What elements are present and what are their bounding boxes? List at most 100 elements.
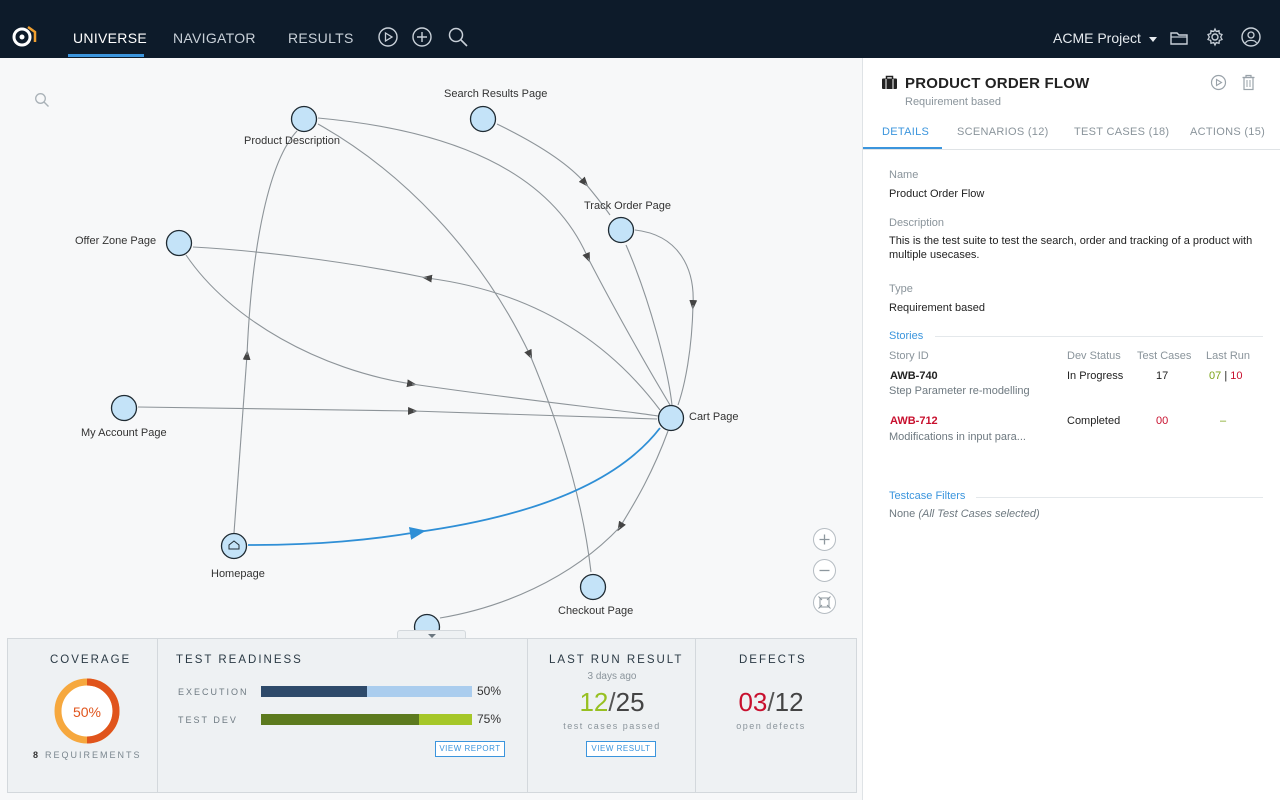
coverage-section: COVERAGE 50% 8 REQUIREMENTS: [8, 639, 158, 792]
description-value: This is the test suite to test the searc…: [889, 235, 1253, 261]
last-run-fail: 10: [1230, 370, 1243, 382]
tab-actions[interactable]: ACTIONS (15): [1190, 126, 1265, 138]
zoom-out-button[interactable]: [813, 559, 836, 582]
project-selector[interactable]: ACME Project: [1053, 30, 1157, 46]
test-dev-label: TEST DEV: [178, 715, 238, 725]
zoom-in-button[interactable]: [813, 528, 836, 551]
story-id[interactable]: AWB-740: [890, 370, 938, 382]
edge-account-cart: [137, 406, 418, 415]
tab-details[interactable]: DETAILS: [882, 126, 929, 138]
active-tab-indicator: [68, 54, 144, 57]
open-defects-count: 03: [738, 687, 768, 717]
stories-divider: [935, 336, 1263, 337]
node-my-account: [110, 394, 138, 422]
gear-icon[interactable]: [1204, 26, 1226, 48]
play-icon[interactable]: [377, 26, 399, 48]
node-product-description: [290, 105, 318, 133]
nav-tab-results[interactable]: RESULTS: [288, 30, 354, 46]
top-bar: UNIVERSE NAVIGATOR RESULTS ACME Project: [0, 0, 1280, 58]
passed-count: 12: [579, 687, 609, 717]
briefcase-icon: [882, 75, 897, 89]
testcase-filters-heading: Testcase Filters: [889, 490, 966, 502]
expand-icon: [818, 596, 831, 609]
node-checkout: [579, 573, 607, 601]
defects-title: DEFECTS: [739, 654, 807, 666]
label-product-description: Product Description: [244, 135, 340, 147]
label-checkout: Checkout Page: [558, 605, 634, 617]
chevron-down-icon: [1148, 36, 1157, 42]
label-my-account: My Account Page: [81, 427, 167, 439]
last-run-separator: |: [1224, 370, 1228, 382]
test-readiness-section: TEST READINESS EXECUTION 50% TEST DEV 75…: [158, 639, 528, 792]
defects-section: DEFECTS 03/12 open defects: [696, 639, 856, 792]
node-search-results: [469, 105, 497, 133]
last-run-time: 3 days ago: [587, 671, 637, 682]
panel-title: PRODUCT ORDER FLOW: [905, 75, 1090, 92]
test-dev-percent: 75%: [477, 712, 502, 726]
description-label: Description: [889, 217, 945, 229]
node-offer-zone: [165, 229, 193, 257]
requirements-count: 8: [33, 750, 39, 760]
score-separator: /: [608, 687, 616, 717]
user-avatar-icon[interactable]: [1240, 26, 1262, 48]
name-label: Name: [889, 169, 919, 181]
last-run-title: LAST RUN RESULT: [549, 654, 684, 666]
add-icon[interactable]: [411, 26, 433, 48]
fit-to-screen-button[interactable]: [813, 591, 836, 614]
last-run-section: LAST RUN RESULT 3 days ago 12/25 test ca…: [528, 639, 696, 792]
story-id[interactable]: AWB-712: [890, 415, 938, 427]
panel-subtitle: Requirement based: [905, 96, 1002, 108]
folder-icon[interactable]: [1168, 26, 1190, 48]
col-test-cases: Test Cases: [1137, 350, 1192, 362]
story-test-cases: 17: [1156, 370, 1169, 382]
tab-test-cases[interactable]: TEST CASES (18): [1074, 126, 1169, 138]
edge-track-cart-b: [625, 244, 673, 406]
edge-search-track: [496, 123, 589, 187]
details-panel: PRODUCT ORDER FLOW Requirement based DET…: [862, 58, 1280, 800]
coverage-title: COVERAGE: [50, 654, 132, 666]
type-value: Requirement based: [889, 302, 986, 314]
story-test-cases: 00: [1156, 415, 1169, 427]
app-logo-icon[interactable]: [10, 24, 38, 48]
label-track-order: Track Order Page: [584, 200, 672, 212]
node-cart: [657, 404, 685, 432]
filters-value-prefix: None: [889, 508, 916, 520]
tab-scenarios[interactable]: SCENARIOS (12): [957, 126, 1049, 138]
nav-tab-universe[interactable]: UNIVERSE: [73, 30, 147, 46]
filters-value: None (All Test Cases selected): [889, 508, 1040, 520]
col-story-id: Story ID: [889, 350, 929, 362]
defects-caption: open defects: [736, 721, 806, 731]
label-cart: Cart Page: [689, 411, 739, 423]
defects-score: 03/12: [696, 687, 846, 718]
view-report-button[interactable]: VIEW REPORT: [435, 741, 505, 757]
edge-track-cart-a2: [677, 304, 694, 406]
defects-separator: /: [767, 687, 775, 717]
filters-value-note: (All Test Cases selected): [918, 508, 1040, 520]
project-name: ACME Project: [1053, 30, 1141, 46]
passed-caption: test cases passed: [563, 721, 661, 731]
trash-icon[interactable]: [1241, 74, 1256, 91]
run-play-icon[interactable]: [1210, 74, 1227, 91]
last-run-score: 12/25: [528, 687, 696, 718]
test-readiness-title: TEST READINESS: [176, 654, 303, 666]
minus-icon: [819, 569, 830, 572]
edge-offer-cart: [185, 254, 417, 388]
label-offer-zone: Offer Zone Page: [75, 235, 157, 247]
story-desc: Modifications in input para...: [889, 431, 1026, 443]
story-status: Completed: [1067, 415, 1121, 427]
story-desc: Step Parameter re-modelling: [889, 385, 1030, 397]
col-last-run: Last Run: [1206, 350, 1251, 362]
edge-home-product-b: [246, 130, 298, 356]
execution-label: EXECUTION: [178, 687, 249, 697]
node-homepage: [220, 532, 248, 560]
view-result-button[interactable]: VIEW RESULT: [586, 741, 656, 757]
nav-tab-navigator[interactable]: NAVIGATOR: [173, 30, 256, 46]
summary-dashboard: COVERAGE 50% 8 REQUIREMENTS TEST READINE…: [7, 638, 857, 793]
edge-offer-cart-b: [411, 383, 659, 417]
execution-percent: 50%: [477, 684, 502, 698]
label-homepage: Homepage: [211, 568, 265, 580]
search-icon[interactable]: [447, 26, 469, 48]
edge-cart-offer-b: [192, 246, 428, 279]
last-run-pass: 07: [1209, 370, 1222, 382]
edge-home-cart-highlight-b: [417, 427, 661, 533]
